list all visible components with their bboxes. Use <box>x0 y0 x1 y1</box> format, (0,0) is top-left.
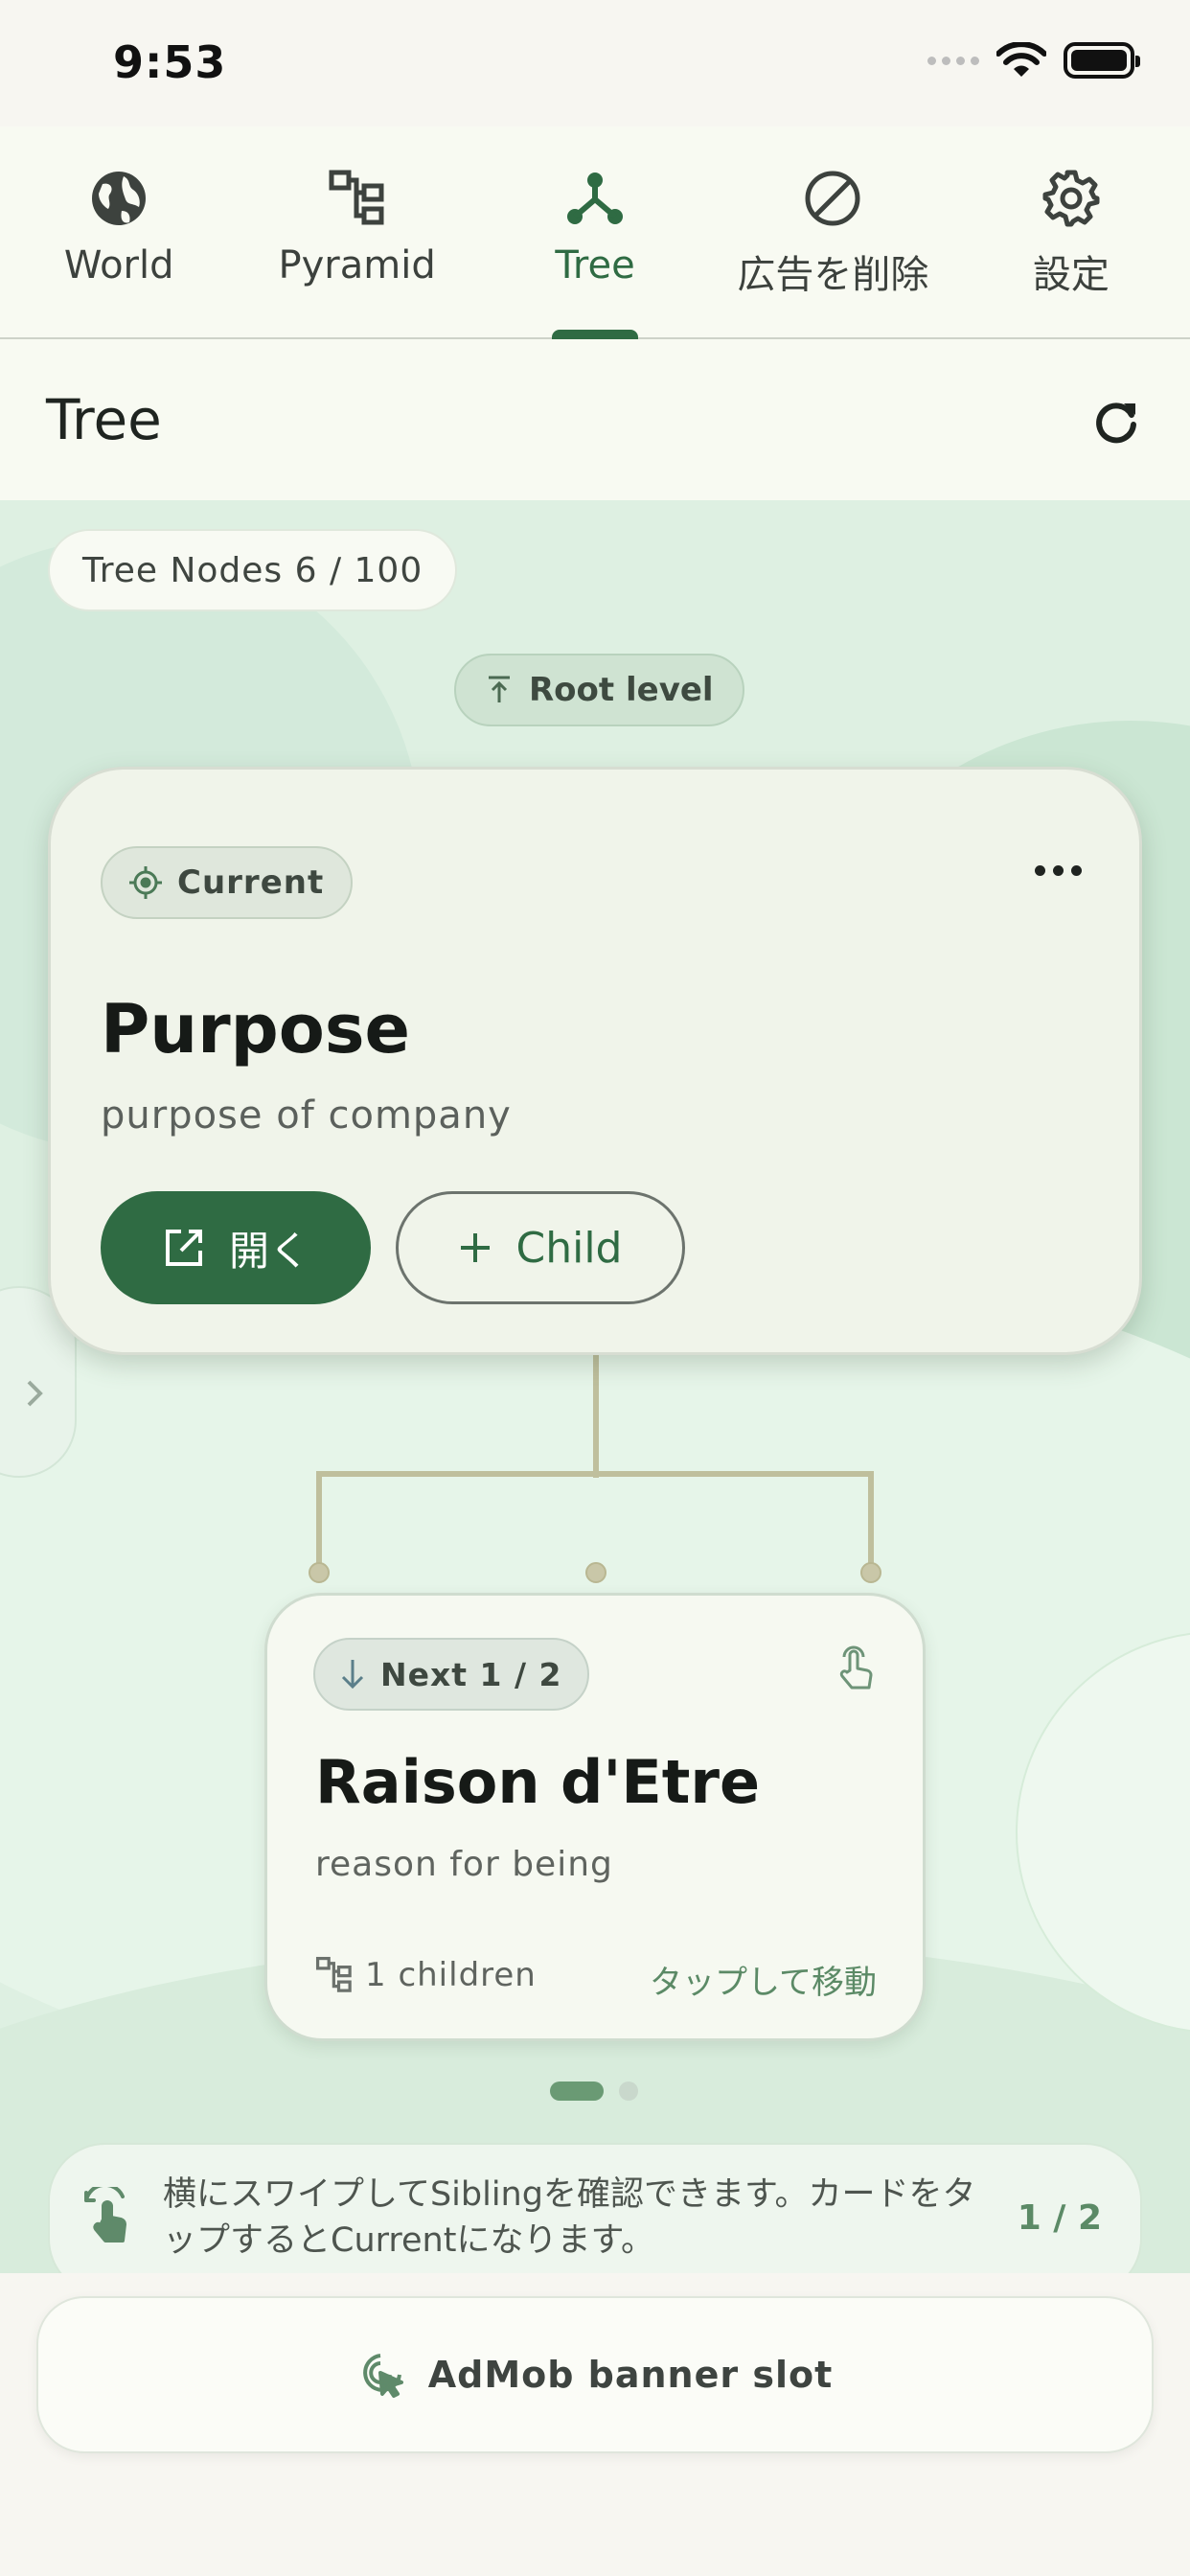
more-options-icon[interactable] <box>1035 865 1082 876</box>
status-bar: 9:53 <box>0 0 1190 126</box>
ad-area: AdMob banner slot <box>0 2273 1190 2576</box>
status-time: 9:53 <box>113 36 227 88</box>
admob-banner[interactable]: AdMob banner slot <box>36 2296 1154 2453</box>
arrow-down-icon <box>341 1660 364 1690</box>
tree-canvas: Tree Nodes 6 / 100 Root level Current Pu… <box>0 500 1190 2273</box>
swipe-hint-banner: 横にスワイプしてSiblingを確認できます。カードをタップするとCurrent… <box>48 2143 1142 2273</box>
swipe-hand-icon <box>84 2187 126 2242</box>
next-badge-label: Next 1 / 2 <box>380 1655 562 1693</box>
tree-connector <box>316 1471 322 1576</box>
admob-banner-label: AdMob banner slot <box>427 2354 834 2396</box>
tree-connector <box>868 1471 874 1576</box>
children-count-label: 1 children <box>365 1956 537 1994</box>
tab-settings-label: 設定 <box>1032 253 1110 297</box>
chevron-right-icon <box>27 1380 43 1407</box>
connector-dot <box>860 1562 881 1583</box>
tab-world-label: World <box>63 243 174 288</box>
open-external-icon <box>165 1230 202 1266</box>
tree-connector <box>316 1471 874 1477</box>
add-child-button[interactable]: Child <box>396 1191 685 1304</box>
tree-nodes-count-badge: Tree Nodes 6 / 100 <box>48 529 458 611</box>
next-node-card[interactable]: Next 1 / 2 Raison d'Etre reason for bein… <box>264 1593 926 2041</box>
next-node-title: Raison d'Etre <box>315 1747 761 1817</box>
connector-dot <box>309 1562 330 1583</box>
hierarchy-icon <box>326 167 389 230</box>
tree-connector <box>593 1355 599 1478</box>
arrow-to-top-icon <box>489 676 510 702</box>
target-icon <box>129 866 162 899</box>
battery-icon <box>1064 42 1140 79</box>
globe-icon <box>87 167 150 230</box>
next-node-subtitle: reason for being <box>315 1845 613 1884</box>
open-button[interactable]: 開く <box>101 1191 371 1304</box>
swipe-hint-text: 横にスワイプしてSiblingを確認できます。カードをタップするとCurrent… <box>163 2175 976 2260</box>
tree-icon <box>563 167 627 230</box>
sibling-counter: 1 / 2 <box>1017 2198 1102 2238</box>
open-button-label: 開く <box>228 1227 309 1275</box>
plus-icon <box>460 1233 490 1262</box>
cellular-signal-icon <box>927 56 979 65</box>
current-badge-label: Current <box>177 863 325 902</box>
tab-remove-ads[interactable]: 広告を削除 <box>714 126 951 337</box>
tab-tree-label: Tree <box>555 243 635 288</box>
gear-icon <box>1040 167 1103 230</box>
tab-world[interactable]: World <box>0 126 238 337</box>
tap-to-move-label: タップして移動 <box>650 1964 877 2002</box>
top-tab-bar: World Pyramid Tree 広告を削除 設定 <box>0 126 1190 339</box>
active-tab-indicator <box>552 330 639 339</box>
add-child-label: Child <box>515 1223 623 1273</box>
current-node-card[interactable]: Current Purpose purpose of company 開く Ch… <box>48 767 1142 1355</box>
current-node-title: Purpose <box>101 990 410 1069</box>
children-count: 1 children <box>315 1956 537 1994</box>
next-badge: Next 1 / 2 <box>313 1638 589 1711</box>
page-title: Tree <box>46 387 162 452</box>
tab-remove-ads-label: 広告を削除 <box>737 253 929 297</box>
current-node-subtitle: purpose of company <box>101 1093 512 1138</box>
root-level-button[interactable]: Root level <box>454 654 744 726</box>
refresh-button[interactable] <box>1085 389 1148 452</box>
status-icons <box>927 42 1140 79</box>
tab-tree[interactable]: Tree <box>476 126 714 339</box>
wifi-icon <box>996 42 1046 77</box>
page-dot[interactable] <box>619 2082 638 2101</box>
page-indicator <box>550 2082 638 2101</box>
page-header: Tree <box>0 339 1190 500</box>
page-dot-active[interactable] <box>550 2082 604 2101</box>
connector-dot <box>585 1562 606 1583</box>
root-level-label: Root level <box>529 671 714 709</box>
ad-click-icon <box>362 2354 403 2398</box>
current-badge: Current <box>101 846 354 919</box>
tab-pyramid[interactable]: Pyramid <box>238 126 475 337</box>
refresh-icon <box>1096 402 1136 444</box>
hierarchy-icon <box>315 1956 352 1992</box>
tap-hand-icon <box>839 1645 873 1690</box>
tab-pyramid-label: Pyramid <box>278 243 436 288</box>
block-icon <box>801 167 864 230</box>
tab-settings[interactable]: 設定 <box>952 126 1190 337</box>
